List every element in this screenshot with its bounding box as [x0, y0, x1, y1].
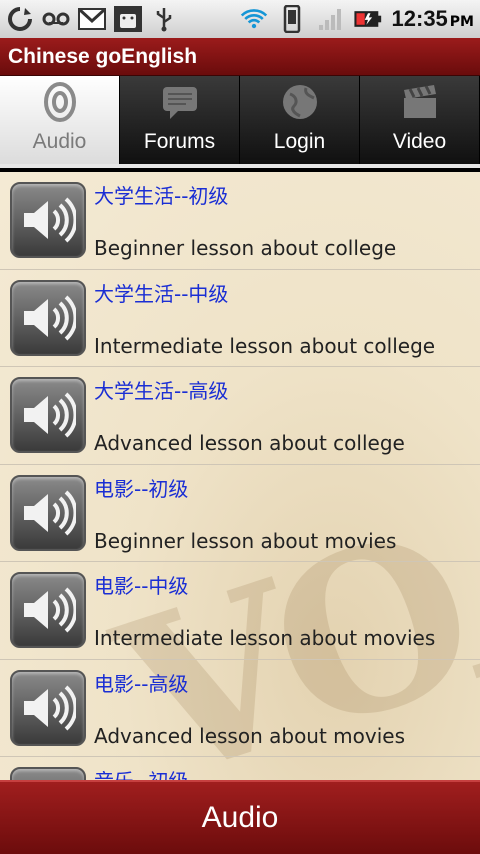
- list-item[interactable]: 大学生活--初级 Beginner lesson about college: [0, 172, 480, 270]
- speaker-icon: [10, 279, 86, 356]
- lesson-title: 电影--初级: [94, 476, 189, 501]
- globe-icon: [278, 80, 322, 124]
- clock: 12:35 PM: [392, 6, 474, 32]
- tab-video[interactable]: Video: [360, 76, 480, 164]
- sync-icon: [6, 6, 34, 32]
- lesson-description: Beginner lesson about movies: [94, 528, 397, 553]
- signal-icon: [316, 6, 344, 32]
- clapperboard-icon: [398, 80, 442, 124]
- list-item[interactable]: 电影--高级 Advanced lesson about movies: [0, 660, 480, 757]
- speaker-icon: [10, 669, 86, 746]
- status-bar: 12:35 PM: [0, 0, 480, 38]
- lesson-description: Intermediate lesson about college: [94, 333, 436, 358]
- forums-icon: [158, 80, 202, 124]
- speaker-icon: [10, 474, 86, 551]
- audio-icon: [38, 80, 82, 124]
- tab-bar: Audio Forums Login Video: [0, 76, 480, 168]
- lesson-title: 大学生活--初级: [94, 184, 229, 209]
- lesson-title: 大学生活--中级: [94, 281, 229, 306]
- list-item[interactable]: 大学生活--高级 Advanced lesson about college: [0, 367, 480, 465]
- speaker-icon: [10, 767, 86, 780]
- lesson-description: Advanced lesson about college: [94, 431, 405, 456]
- bottom-section-bar[interactable]: Audio: [0, 780, 480, 854]
- wifi-icon: [240, 6, 268, 32]
- voicemail-icon: [42, 6, 70, 32]
- tab-forums-label: Forums: [143, 130, 216, 153]
- list-item[interactable]: 音乐--初级: [0, 757, 480, 780]
- clock-ampm: PM: [449, 14, 474, 30]
- lesson-list[interactable]: VOA 大学生活--初级 Beginner lesson about colle…: [0, 172, 480, 780]
- android-debug-icon: [114, 6, 142, 32]
- lesson-description: Beginner lesson about college: [94, 236, 397, 261]
- bottom-section-label: Audio: [201, 801, 279, 834]
- speaker-icon: [10, 572, 86, 649]
- lesson-title: 音乐--初级: [94, 765, 188, 780]
- app-title-bar: Chinese goEnglish: [0, 38, 480, 76]
- list-item[interactable]: 大学生活--中级 Intermediate lesson about colle…: [0, 270, 480, 367]
- battery-charging-icon: [353, 6, 382, 32]
- app-title: Chinese goEnglish: [8, 44, 198, 68]
- tab-forums[interactable]: Forums: [120, 76, 240, 164]
- lesson-title: 电影--中级: [94, 574, 189, 599]
- speaker-icon: [10, 377, 86, 454]
- lesson-title: 电影--高级: [94, 671, 189, 696]
- lesson-title: 大学生活--高级: [94, 379, 229, 404]
- clock-time: 12:35: [391, 6, 448, 31]
- tab-audio[interactable]: Audio: [0, 76, 120, 164]
- usb-icon: [150, 6, 178, 32]
- gmail-icon: [78, 6, 106, 32]
- lesson-description: Intermediate lesson about movies: [94, 626, 436, 651]
- speaker-icon: [10, 182, 86, 259]
- tab-login[interactable]: Login: [240, 76, 360, 164]
- tab-audio-label: Audio: [32, 130, 87, 153]
- vibrate-icon: [278, 5, 306, 33]
- list-item[interactable]: 电影--初级 Beginner lesson about movies: [0, 465, 480, 562]
- lesson-description: Advanced lesson about movies: [94, 723, 406, 748]
- tab-video-label: Video: [392, 130, 447, 153]
- list-item[interactable]: 电影--中级 Intermediate lesson about movies: [0, 562, 480, 660]
- tab-login-label: Login: [273, 130, 326, 153]
